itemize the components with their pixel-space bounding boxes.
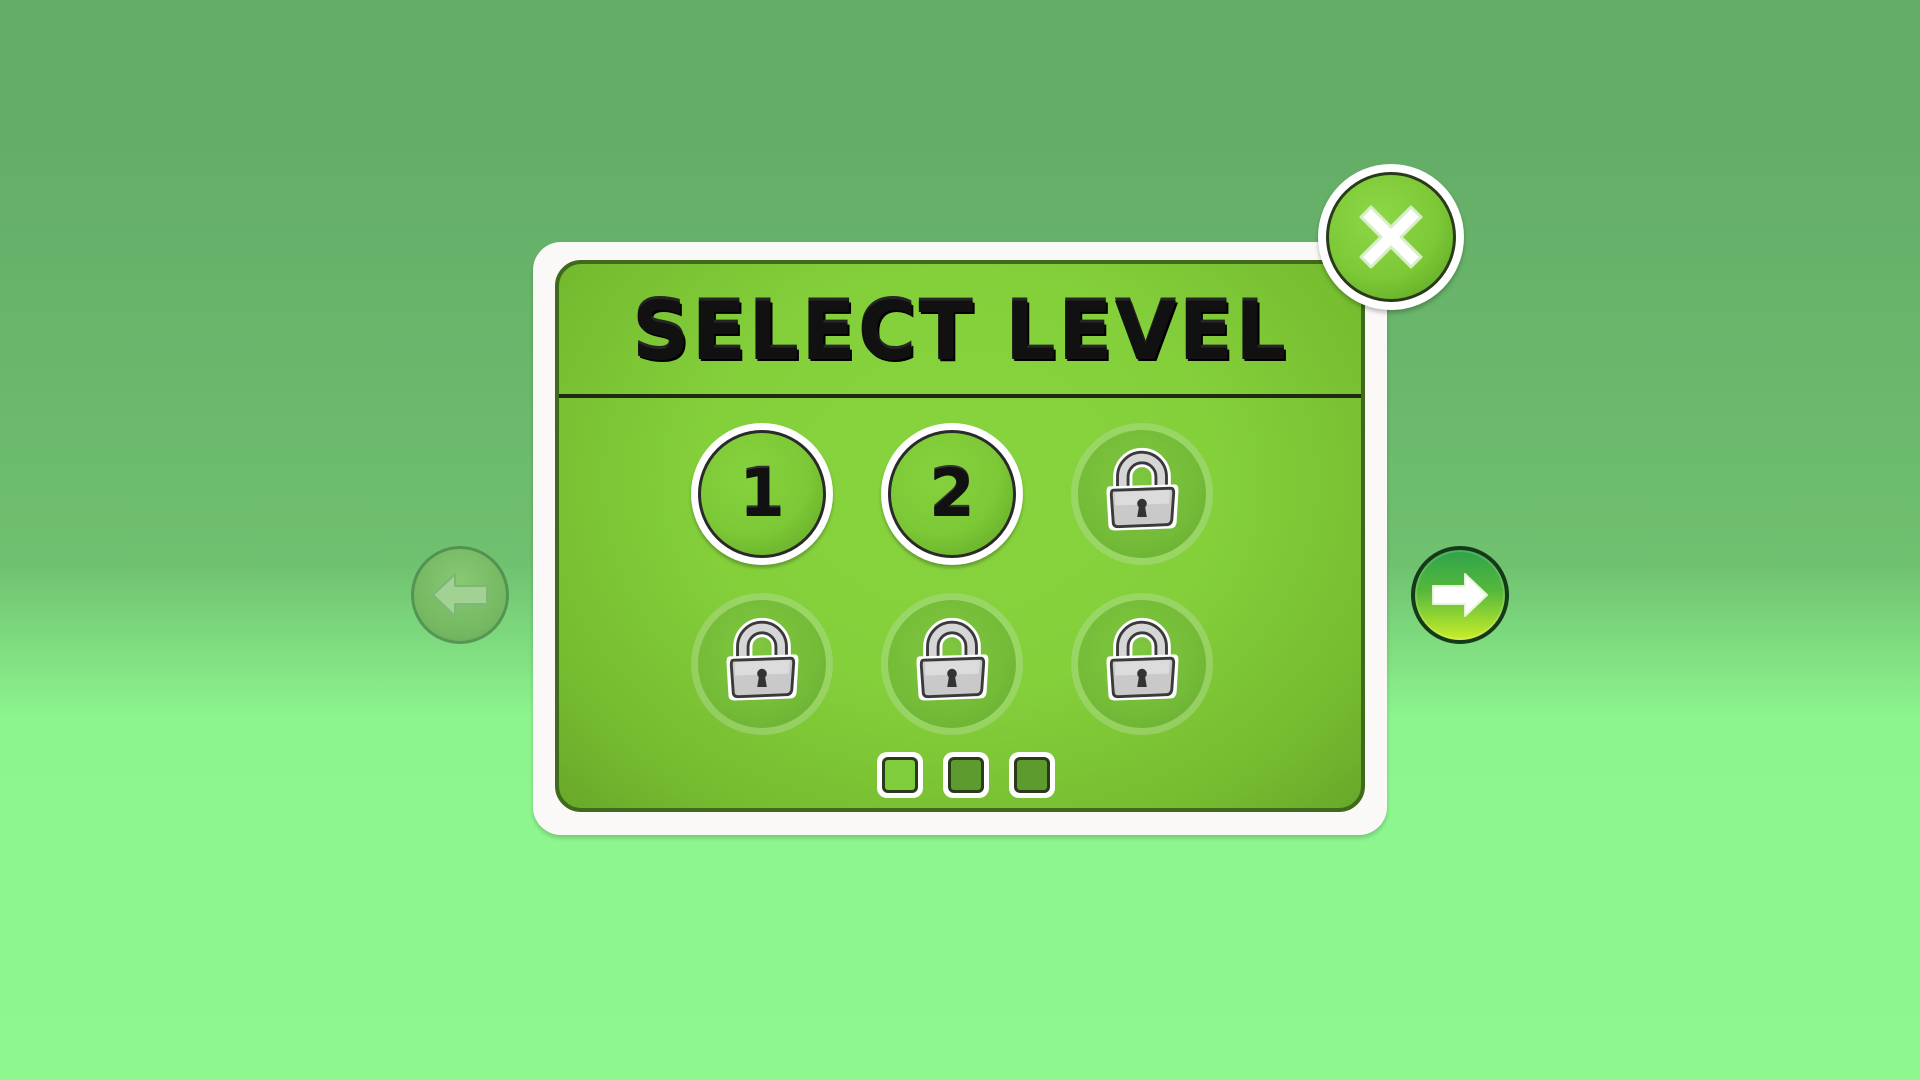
level-button-locked-5[interactable]: [881, 593, 1023, 735]
level-number: 1: [739, 455, 785, 532]
padlock-icon: [726, 618, 799, 701]
arrow-left-icon: [432, 573, 488, 617]
level-disc: 2: [888, 430, 1016, 558]
page-dot-3[interactable]: [1009, 752, 1055, 798]
level-number: 2: [929, 455, 975, 532]
arrow-right-icon: [1432, 573, 1488, 617]
level-button-1[interactable]: 1: [691, 423, 833, 565]
page-dot-1[interactable]: [877, 752, 923, 798]
level-disc: [1078, 430, 1206, 558]
padlock-icon: [916, 618, 989, 701]
level-disc: [888, 600, 1016, 728]
padlock-icon: [1106, 618, 1179, 701]
level-button-2[interactable]: 2: [881, 423, 1023, 565]
close-button-disc: [1326, 172, 1456, 302]
level-grid: 1 2: [559, 264, 1361, 808]
level-disc: 1: [698, 430, 826, 558]
level-select-dialog: SELECT LEVEL 1 2: [533, 242, 1387, 835]
page-dot-fill: [948, 757, 984, 793]
page-dot-2[interactable]: [943, 752, 989, 798]
padlock-icon: [1106, 448, 1179, 531]
page-dot-fill: [1014, 757, 1050, 793]
level-button-locked-4[interactable]: [691, 593, 833, 735]
dialog-content: SELECT LEVEL 1 2: [555, 260, 1365, 812]
level-button-locked-6[interactable]: [1071, 593, 1213, 735]
close-x-icon: [1359, 205, 1423, 269]
level-disc: [1078, 600, 1206, 728]
close-button[interactable]: [1318, 164, 1464, 310]
prev-page-button[interactable]: [411, 546, 509, 644]
page-dot-fill: [882, 757, 918, 793]
level-button-locked-3[interactable]: [1071, 423, 1213, 565]
next-page-button[interactable]: [1411, 546, 1509, 644]
level-disc: [698, 600, 826, 728]
